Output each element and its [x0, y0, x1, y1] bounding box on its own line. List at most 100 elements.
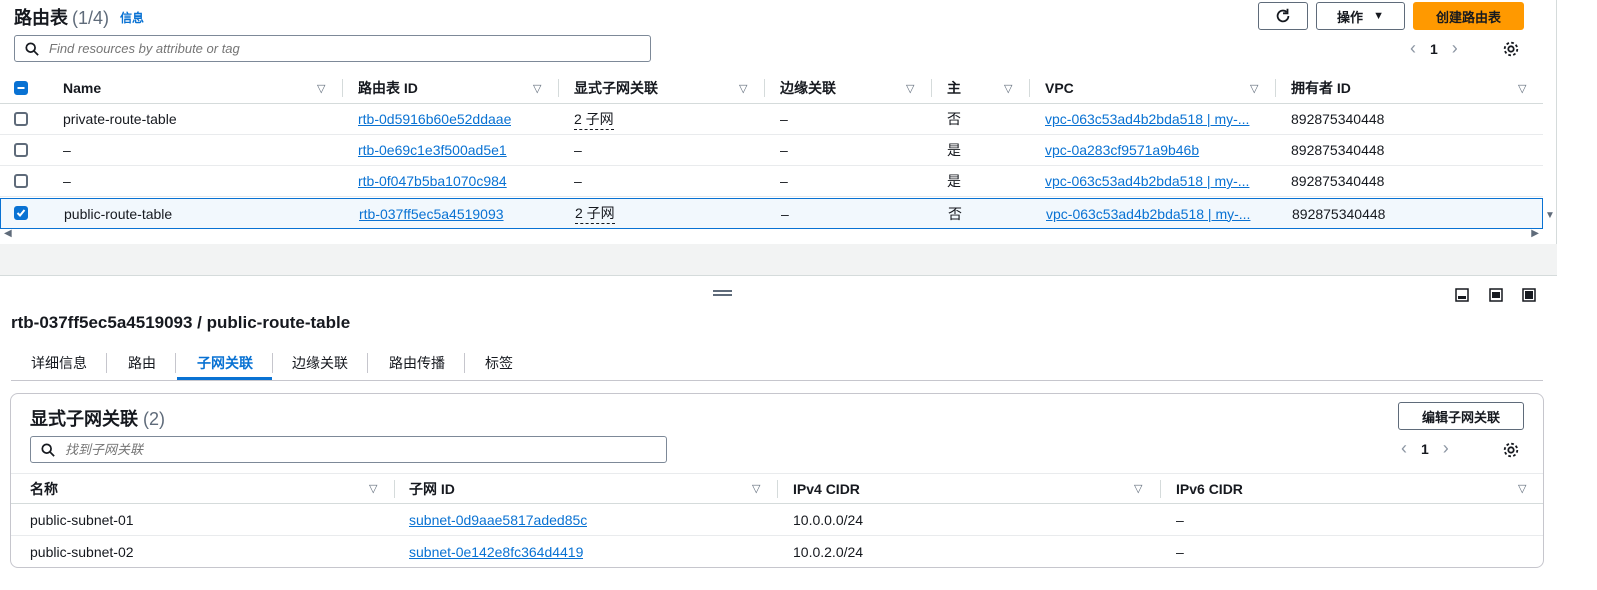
create-route-table-button[interactable]: 创建路由表	[1413, 2, 1524, 30]
tab-subnet-associations[interactable]: 子网关联	[197, 345, 253, 380]
column-header-main[interactable]: 主	[947, 78, 961, 98]
current-page[interactable]: 1	[1430, 41, 1438, 57]
scroll-right-icon[interactable]: ▶	[1531, 228, 1539, 239]
panel-middle-icon[interactable]	[1489, 288, 1503, 302]
subnet-count[interactable]: 2 子网	[575, 203, 615, 224]
panel-bottom-icon[interactable]	[1455, 288, 1469, 302]
scroll-down-icon[interactable]: ▼	[1545, 210, 1555, 221]
subnet-count: –	[574, 173, 582, 189]
sort-icon[interactable]: ▽	[752, 482, 760, 495]
owner-id: 892875340448	[1292, 205, 1386, 222]
sort-icon[interactable]: ▽	[317, 82, 325, 95]
scroll-left-icon[interactable]: ◀	[4, 228, 12, 239]
settings-gear-icon[interactable]	[1502, 441, 1520, 459]
vpc-link[interactable]: vpc-0a283cf9571a9b46b	[1045, 142, 1257, 158]
sort-icon[interactable]: ▽	[1134, 482, 1142, 495]
tab-routes[interactable]: 路由	[128, 345, 156, 380]
edit-subnet-associations-button[interactable]: 编辑子网关联	[1398, 402, 1524, 430]
row-name: –	[63, 142, 71, 158]
page-title: 路由表 (1/4)	[14, 4, 109, 30]
select-all-checkbox[interactable]	[14, 81, 28, 95]
search-input[interactable]	[47, 40, 610, 57]
route-table-header: Name ▽ 路由表 ID ▽ 显式子网关联 ▽ 边缘关联 ▽ 主 ▽ VPC …	[0, 73, 1543, 104]
table-row: public-subnet-02 subnet-0e142e8fc364d441…	[11, 536, 1543, 567]
table-row-selected[interactable]: public-route-table rtb-037ff5ec5a4519093…	[0, 198, 1543, 229]
owner-id: 892875340448	[1291, 111, 1385, 127]
route-table-id-link[interactable]: rtb-037ff5ec5a4519093	[359, 206, 504, 222]
row-checkbox[interactable]	[14, 174, 28, 188]
search-icon	[41, 442, 55, 457]
detail-title: rtb-037ff5ec5a4519093 / public-route-tab…	[11, 313, 351, 332]
subnet-search-input[interactable]	[63, 441, 626, 458]
row-checkbox-checked[interactable]	[14, 206, 28, 220]
subnet-assoc-search[interactable]	[30, 436, 667, 463]
tab-tags[interactable]: 标签	[485, 345, 513, 380]
panel-full-icon[interactable]	[1522, 288, 1536, 302]
row-checkbox[interactable]	[14, 143, 28, 157]
sort-icon[interactable]: ▽	[739, 82, 747, 95]
split-panel-divider	[0, 244, 1557, 276]
sort-icon[interactable]: ▽	[369, 482, 377, 495]
selection-count: (1/4)	[72, 8, 110, 28]
previous-page-icon[interactable]: ‹	[1410, 38, 1416, 59]
column-header-edge-assoc[interactable]: 边缘关联	[780, 78, 836, 98]
subnet-pagination: ‹ 1 ›	[1401, 438, 1449, 459]
column-header-owner-id[interactable]: 拥有者 ID	[1291, 78, 1351, 98]
row-checkbox[interactable]	[14, 112, 28, 126]
column-header-vpc[interactable]: VPC	[1045, 80, 1074, 96]
current-page[interactable]: 1	[1421, 441, 1429, 457]
tab-route-propagation[interactable]: 路由传播	[389, 345, 445, 380]
tab-edge-associations[interactable]: 边缘关联	[292, 345, 348, 380]
subnet-name: public-subnet-01	[30, 512, 134, 528]
previous-page-icon[interactable]: ‹	[1401, 438, 1407, 459]
sort-icon[interactable]: ▽	[1250, 82, 1258, 95]
column-header-name[interactable]: Name	[63, 80, 101, 96]
route-table-id-link[interactable]: rtb-0e69c1e3f500ad5e1	[358, 142, 507, 158]
section-title-text: 显式子网关联	[30, 409, 138, 429]
main-flag: 否	[948, 205, 962, 222]
main-flag: 是	[947, 173, 961, 189]
section-title: 显式子网关联 (2)	[30, 405, 165, 431]
drag-handle-icon[interactable]	[713, 290, 732, 296]
table-row[interactable]: – rtb-0f047b5ba1070c984 – – 是 vpc-063c53…	[0, 166, 1543, 197]
table-row[interactable]: – rtb-0e69c1e3f500ad5e1 – – 是 vpc-0a283c…	[0, 135, 1543, 166]
subnet-id-link[interactable]: subnet-0e142e8fc364d4419	[409, 544, 583, 560]
ipv4-cidr: 10.0.0.0/24	[793, 512, 864, 528]
subnet-id-link[interactable]: subnet-0d9aae5817aded85c	[409, 512, 587, 528]
tab-details[interactable]: 详细信息	[31, 345, 87, 380]
vpc-link[interactable]: vpc-063c53ad4b2bda518 | my-...	[1045, 173, 1257, 189]
ipv4-cidr: 10.0.2.0/24	[793, 543, 864, 560]
sort-icon[interactable]: ▽	[906, 82, 914, 95]
route-table-search[interactable]	[14, 35, 651, 62]
next-page-icon[interactable]: ›	[1452, 38, 1458, 59]
subnet-associations-container: 显式子网关联 (2) 编辑子网关联 ‹ 1 › 名称 ▽ 子网 ID ▽ IPv…	[10, 393, 1544, 568]
route-table-id-link[interactable]: rtb-0d5916b60e52ddaae	[358, 111, 511, 127]
sort-icon[interactable]: ▽	[1004, 82, 1012, 95]
column-header-subnet-id[interactable]: 子网 ID	[409, 479, 455, 499]
refresh-button[interactable]	[1258, 2, 1308, 30]
column-header-explicit-subnet[interactable]: 显式子网关联	[574, 78, 658, 98]
column-header-name[interactable]: 名称	[30, 479, 58, 499]
column-header-ipv4-cidr[interactable]: IPv4 CIDR	[793, 481, 860, 497]
next-page-icon[interactable]: ›	[1443, 438, 1449, 459]
info-link[interactable]: 信息	[120, 9, 144, 26]
detail-tabs: 详细信息 路由 子网关联 边缘关联 路由传播 标签	[11, 345, 1543, 381]
column-header-ipv6-cidr[interactable]: IPv6 CIDR	[1176, 481, 1243, 497]
subnet-count[interactable]: 2 子网	[574, 109, 614, 130]
horizontal-scrollbar[interactable]: ◀ ▶	[4, 228, 1539, 241]
edge-assoc: –	[781, 205, 789, 222]
subnet-name: public-subnet-02	[30, 543, 134, 560]
table-row[interactable]: private-route-table rtb-0d5916b60e52ddaa…	[0, 104, 1543, 135]
settings-gear-icon[interactable]	[1502, 40, 1520, 58]
vpc-link[interactable]: vpc-063c53ad4b2bda518 | my-...	[1045, 111, 1257, 127]
section-count: (2)	[143, 409, 166, 429]
sort-icon[interactable]: ▽	[533, 82, 541, 95]
actions-dropdown-button[interactable]: 操作 ▼	[1316, 2, 1405, 30]
column-header-route-table-id[interactable]: 路由表 ID	[358, 78, 418, 98]
sort-icon[interactable]: ▽	[1518, 482, 1526, 495]
owner-id: 892875340448	[1291, 142, 1385, 158]
vpc-link[interactable]: vpc-063c53ad4b2bda518 | my-...	[1046, 206, 1258, 222]
panel-edge	[1556, 0, 1557, 276]
sort-icon[interactable]: ▽	[1518, 82, 1526, 95]
route-table-id-link[interactable]: rtb-0f047b5ba1070c984	[358, 173, 507, 189]
